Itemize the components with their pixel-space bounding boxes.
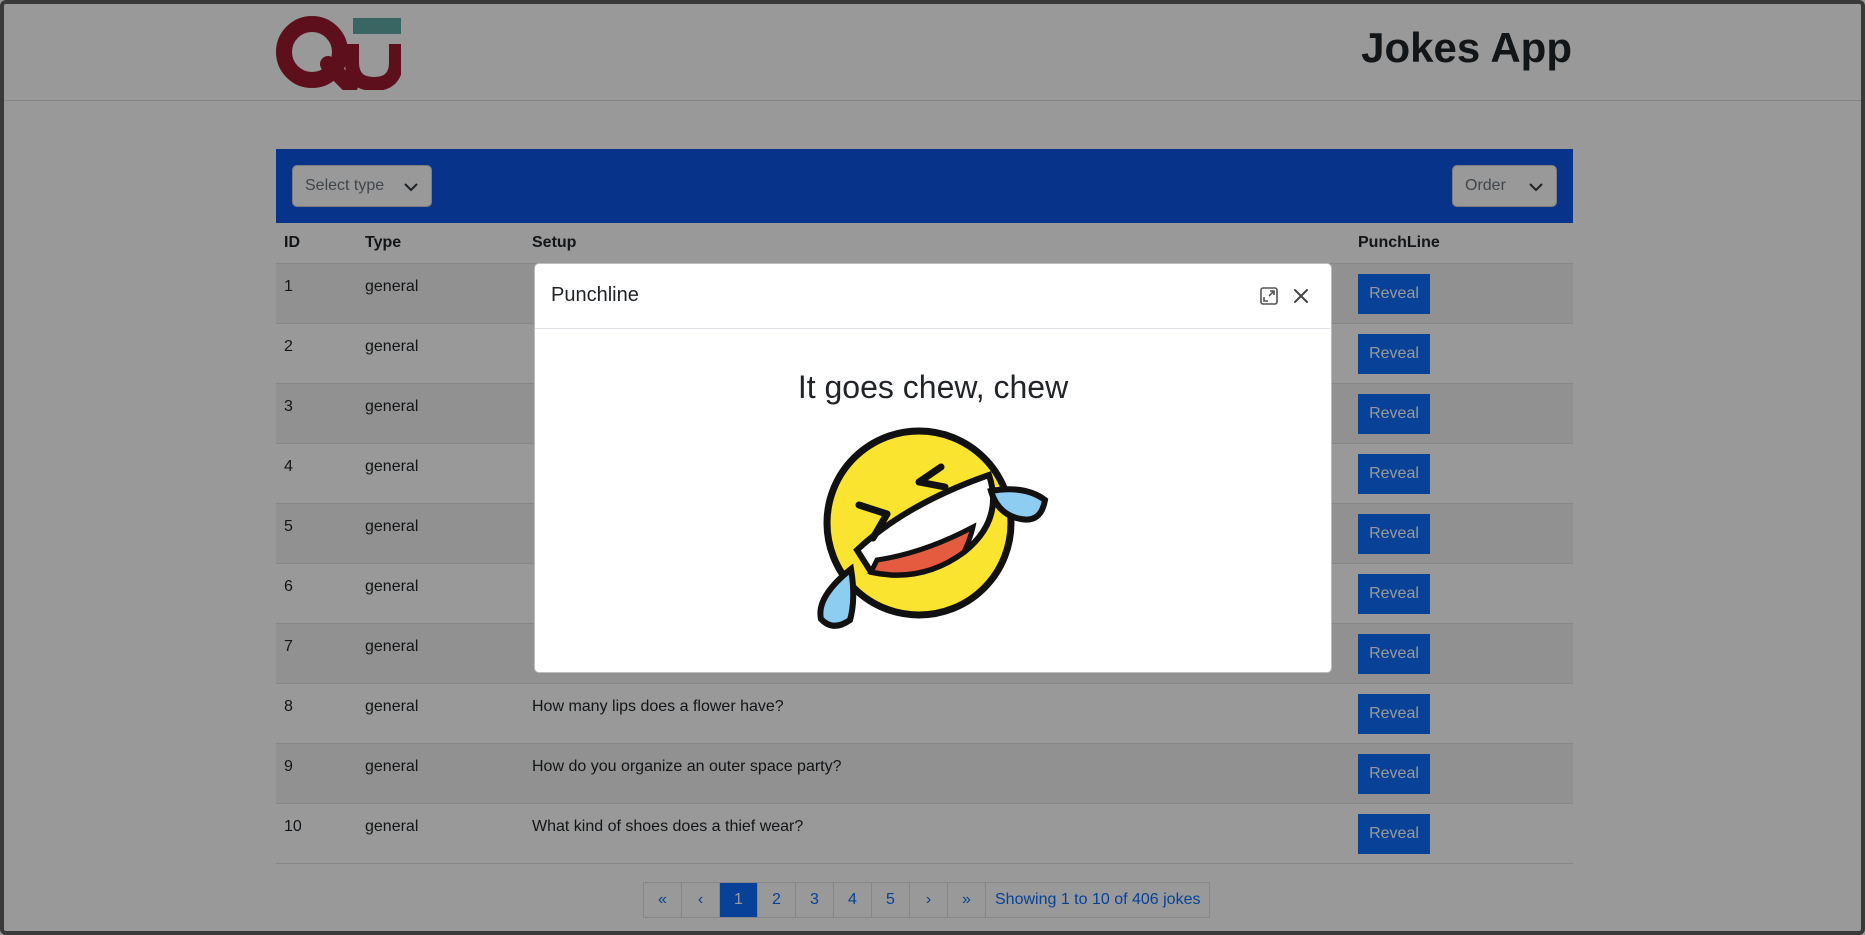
- close-icon[interactable]: [1291, 286, 1311, 306]
- modal-title: Punchline: [551, 284, 639, 306]
- punchline-text: It goes chew, chew: [797, 369, 1069, 405]
- expand-icon[interactable]: [1259, 286, 1279, 306]
- modal-header: Punchline: [535, 264, 1331, 329]
- punchline-modal: Punchline It goes chew, chew: [534, 263, 1332, 673]
- rolling-on-floor-laughing-icon: [817, 427, 1049, 629]
